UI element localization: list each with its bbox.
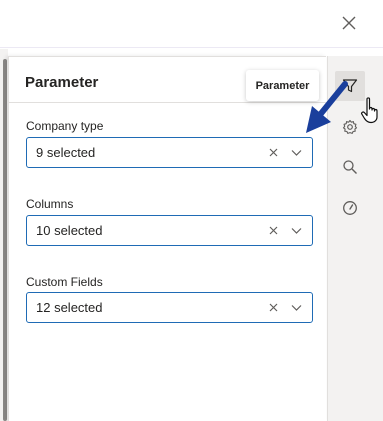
left-scroll-rail [0,49,8,421]
parameter-pane: Parameter Company type 9 selected Column… [8,56,326,421]
custom-fields-value: 12 selected [36,300,103,315]
columns-dropdown[interactable]: 10 selected [26,215,313,246]
filter-pane-screenshot: Parameter Company type 9 selected Column… [0,0,383,421]
company-type-dropdown[interactable]: 9 selected [26,137,313,168]
chevron-down-icon[interactable] [290,146,303,159]
annotation-arrow-icon [306,81,348,133]
custom-fields-dropdown[interactable]: 12 selected [26,292,313,323]
company-type-label: Company type [26,119,104,133]
search-button[interactable] [335,152,365,182]
close-icon [342,16,356,30]
clear-icon[interactable] [267,224,280,237]
close-button[interactable] [339,13,359,33]
pane-title: Parameter [25,74,99,91]
clear-icon[interactable] [267,301,280,314]
scrollbar-thumb[interactable] [3,59,7,421]
top-bar [0,0,383,48]
chevron-down-icon[interactable] [290,301,303,314]
chevron-down-icon[interactable] [290,224,303,237]
columns-value: 10 selected [36,223,103,238]
hand-pointer-icon [361,97,378,124]
clear-icon[interactable] [267,146,280,159]
custom-fields-label: Custom Fields [26,275,103,289]
company-type-value: 9 selected [36,145,96,160]
speedometer-icon [343,201,357,215]
performance-button[interactable] [335,193,365,223]
columns-label: Columns [26,197,74,211]
search-icon [343,160,357,174]
